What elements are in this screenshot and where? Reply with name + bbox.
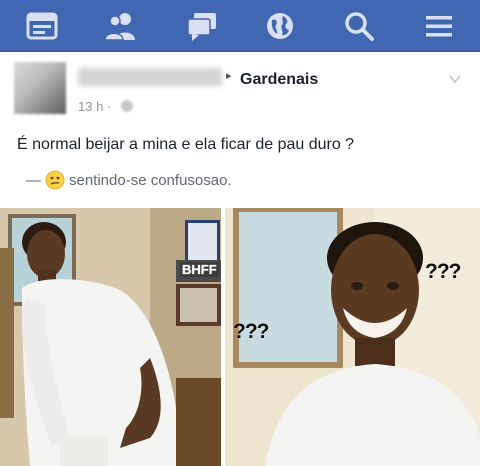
author-name-blurred[interactable] bbox=[78, 68, 222, 86]
friends-icon[interactable] bbox=[103, 8, 139, 44]
messages-icon[interactable] bbox=[184, 8, 220, 44]
feeling-text: sentindo-se confusosao. bbox=[69, 172, 232, 189]
search-icon[interactable] bbox=[341, 8, 377, 44]
post-card: ▸ Gardenais 13 h · É normal beijar a min… bbox=[0, 52, 480, 208]
post-text: É normal beijar a mina e ela ficar de pa… bbox=[17, 136, 355, 153]
question-marks-right: ??? bbox=[425, 260, 461, 283]
chevron-down-icon[interactable] bbox=[448, 72, 462, 86]
feeling-dash: — bbox=[26, 172, 41, 189]
meme-image[interactable]: BHFF ??? ??? bbox=[0, 208, 480, 466]
privacy-icon bbox=[121, 100, 133, 112]
top-navigation-bar bbox=[0, 0, 480, 52]
meme-left-panel: BHFF bbox=[0, 208, 221, 466]
avatar[interactable] bbox=[14, 62, 66, 114]
notifications-globe-icon[interactable] bbox=[262, 8, 298, 44]
news-feed-icon[interactable] bbox=[24, 8, 60, 44]
group-name-link[interactable]: Gardenais bbox=[240, 71, 318, 89]
question-marks-center: ??? bbox=[233, 320, 269, 343]
arrow-right-icon: ▸ bbox=[226, 70, 232, 82]
feeling-line: — sentindo-se confusosao. bbox=[26, 170, 232, 190]
background-sign-text: BHFF bbox=[180, 262, 219, 277]
confused-face-icon bbox=[45, 170, 65, 190]
menu-icon[interactable] bbox=[421, 8, 457, 44]
post-timestamp[interactable]: 13 h · bbox=[78, 99, 111, 114]
